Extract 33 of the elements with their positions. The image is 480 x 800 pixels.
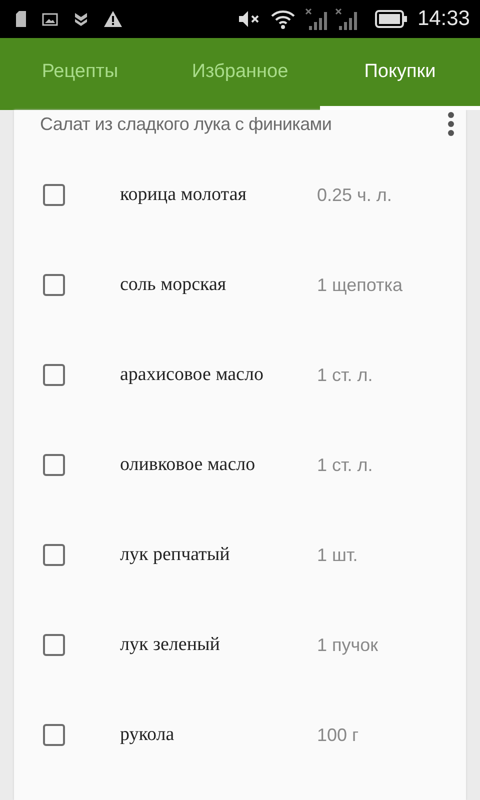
battery-icon bbox=[375, 10, 408, 28]
tab[interactable]: Избранное bbox=[160, 38, 320, 110]
ingredient-name: рукола bbox=[120, 724, 176, 746]
clock: 14:33 bbox=[417, 7, 470, 31]
tab[interactable]: Рецепты bbox=[0, 38, 160, 110]
ingredient-name: лук зеленый bbox=[120, 634, 221, 656]
ingredient-name: оливковое масло bbox=[120, 454, 256, 476]
more-options-icon[interactable] bbox=[448, 112, 454, 136]
ingredient-amount: 0.25 ч. л. bbox=[317, 184, 392, 206]
checkbox[interactable] bbox=[43, 184, 65, 206]
checkbox[interactable] bbox=[43, 364, 65, 386]
checkbox[interactable] bbox=[43, 544, 65, 566]
wifi-icon bbox=[271, 9, 296, 29]
ingredient-amount: 1 ст. л. bbox=[317, 364, 373, 386]
ingredient-name: арахисовое масло bbox=[120, 364, 264, 386]
checkbox[interactable] bbox=[43, 454, 65, 476]
checkbox[interactable] bbox=[43, 634, 65, 656]
checkbox[interactable] bbox=[43, 724, 65, 746]
sd-card-icon bbox=[16, 11, 26, 27]
ingredient-amount: 1 ст. л. bbox=[317, 454, 373, 476]
ingredient-amount: 1 шт. bbox=[317, 544, 358, 566]
ingredient-name: лук репчатый bbox=[120, 544, 231, 566]
recipe-title: Салат из сладкого лука с финиками bbox=[40, 114, 333, 134]
ingredient-amount: 100 г bbox=[317, 724, 359, 746]
ingredient-amount: 1 щепотка bbox=[317, 274, 403, 296]
ingredient-name: соль морская bbox=[120, 274, 228, 296]
mute-icon bbox=[239, 11, 262, 27]
chevron-icon bbox=[74, 12, 88, 26]
ingredient-name: корица молотая bbox=[120, 184, 248, 206]
checkbox[interactable] bbox=[43, 274, 65, 296]
image-icon bbox=[42, 12, 58, 26]
ingredient-amount: 1 пучок bbox=[317, 634, 378, 656]
warning-icon bbox=[104, 11, 122, 27]
